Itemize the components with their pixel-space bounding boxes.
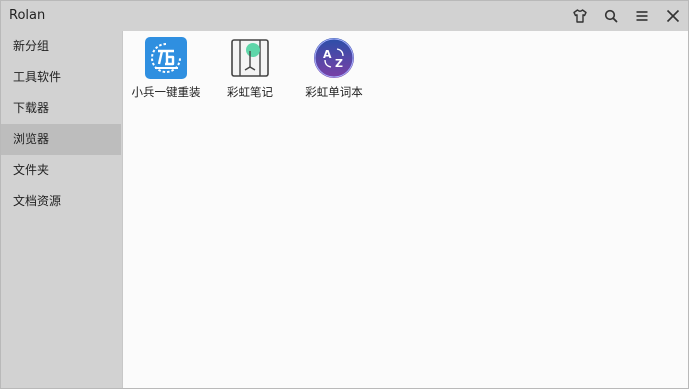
- app-label-vocabulary: 彩虹单词本: [305, 85, 363, 99]
- sidebar-item-tools[interactable]: 工具软件: [1, 62, 121, 93]
- svg-text:A: A: [323, 48, 332, 61]
- app-grid: 小兵一键重装 彩虹笔记 A Z 彩虹单词本: [122, 31, 688, 388]
- svg-text:Z: Z: [335, 57, 343, 70]
- title-bar[interactable]: Rolan: [1, 1, 688, 31]
- app-vocabulary[interactable]: A Z 彩虹单词本: [291, 37, 377, 105]
- app-reinstall[interactable]: 小兵一键重装: [123, 37, 209, 105]
- az-vocabulary-app-icon: A Z: [313, 37, 355, 79]
- window-title: Rolan: [9, 8, 46, 23]
- menu-button[interactable]: [629, 4, 655, 28]
- search-button[interactable]: [598, 4, 624, 28]
- reinstall-app-icon: [145, 37, 187, 79]
- app-label-reinstall: 小兵一键重装: [131, 85, 201, 99]
- app-window: Rolan 新分组 工具软件 下载器 浏览器 文件夹 文档资源 小兵一键重装 彩…: [0, 0, 689, 389]
- skin-button[interactable]: [567, 4, 593, 28]
- sidebar-item-downloader[interactable]: 下载器: [1, 93, 121, 124]
- sidebar-item-new-group[interactable]: 新分组: [1, 31, 121, 62]
- shirt-icon: [573, 9, 587, 23]
- hamburger-menu-icon: [636, 11, 648, 21]
- sidebar-item-folder[interactable]: 文件夹: [1, 155, 121, 186]
- notebook-app-icon: [229, 37, 271, 79]
- sidebar-item-documents[interactable]: 文档资源: [1, 186, 121, 217]
- app-notebook[interactable]: 彩虹笔记: [207, 37, 293, 105]
- sidebar: 新分组 工具软件 下载器 浏览器 文件夹 文档资源: [1, 31, 121, 388]
- app-label-notebook: 彩虹笔记: [227, 85, 273, 99]
- sidebar-item-browser[interactable]: 浏览器: [1, 124, 121, 155]
- close-button[interactable]: [660, 4, 686, 28]
- close-icon: [666, 9, 680, 23]
- search-icon: [604, 9, 618, 23]
